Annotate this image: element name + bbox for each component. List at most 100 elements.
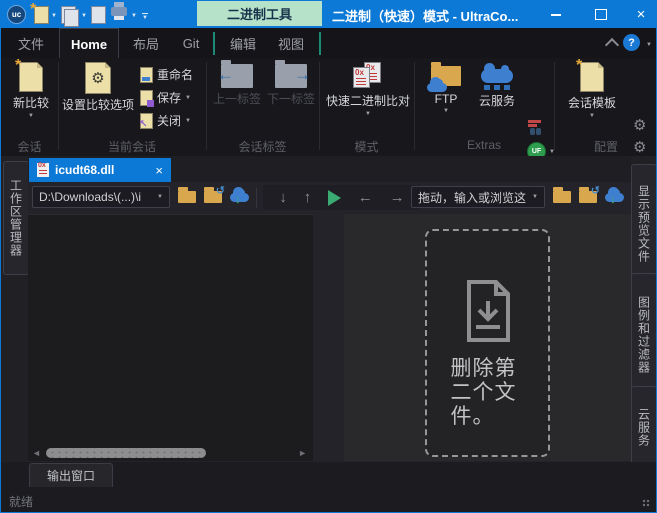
group-label-extras: Extras [414,138,554,154]
left-file-pane[interactable] [28,214,313,447]
print-caret-icon[interactable]: ▼ [131,13,137,19]
contextual-group-divider [213,32,215,55]
show-preview-file-tab[interactable]: 显示预览文件 [631,164,657,283]
collapse-ribbon-icon[interactable] [607,40,617,50]
combo-caret-icon: ▼ [532,194,538,200]
compare-toolbar: D:\Downloads\(...)\i ▼ ↺ ↓ ↓ ↑ [28,182,631,214]
session-tab-title: icudt68.dll [55,163,149,177]
left-panel-strip: 工作区管理器 [1,156,28,462]
scrollbar-thumb[interactable] [46,448,206,458]
tab-layout[interactable]: 布局 [123,28,169,58]
right-path-combo[interactable]: 拖动，输入或浏览这 ▼ [411,186,545,208]
status-text: 就绪 [9,493,33,510]
sparkle-icon: * [576,57,582,75]
session-template-button[interactable]: * 会话模板 ▼ [561,62,623,119]
browse-file-left-button[interactable] [176,188,198,206]
new-session-button[interactable]: * [34,6,49,24]
save-button[interactable]: 保存 ▼ [140,89,191,106]
output-window-tab[interactable]: 输出窗口 [29,463,113,487]
browse-file-right-button[interactable] [551,188,573,206]
help-caret-icon[interactable]: ▼ [646,42,652,48]
new-session-caret-icon[interactable]: ▼ [51,13,57,19]
new-compare-button[interactable]: * 新比较 ▼ [7,62,55,119]
tab-home[interactable]: Home [59,28,119,59]
resize-grip[interactable] [642,499,651,508]
session-tab-bar: 0x icudt68.dll × [28,156,631,182]
legend-filters-tab[interactable]: 图例和过滤器 [631,273,657,396]
left-path-combo[interactable]: D:\Downloads\(...)\i ▼ [32,186,170,208]
prev-tab-button[interactable]: ← 上一标签 [211,64,263,107]
scroll-left-icon[interactable]: ◄ [32,448,41,458]
group-divider [319,62,320,150]
sparkle-icon: * [15,57,21,75]
gear-icon: ⚙ [91,71,104,86]
ftp-caret-icon: ▼ [443,108,449,114]
tab-view[interactable]: 视图 [269,28,313,58]
group-label-mode: 模式 [319,138,414,154]
customize-qat-icon[interactable]: ▼ [142,13,148,21]
app-logo-icon: uc [7,5,26,24]
maximize-button[interactable] [584,1,618,28]
group-label-config: 配置 [554,138,657,154]
rename-button[interactable]: 重命名 [140,66,193,83]
settings-button-1[interactable]: ⚙ [633,118,646,133]
close-button[interactable]: × [624,1,657,28]
session-tab-close-icon[interactable]: × [155,163,163,178]
right-file-pane[interactable]: 删除第二个文件。 [344,214,631,461]
tab-edit[interactable]: 编辑 [221,28,265,58]
ftp-folder-cloud-icon [429,62,463,90]
next-diff-icon[interactable]: ↓ [279,190,287,205]
save-session-caret-icon[interactable]: ▼ [81,13,87,19]
save-session-button[interactable] [61,6,76,24]
recent-files-left-button[interactable]: ↺ [202,188,224,206]
ultracompare-window: uc * ▼ ▼ ▼ ▼ 二进制工具 二进制（快速）模式 - UltraCo..… [0,0,657,513]
cloud-open-left-button[interactable]: ↓ [228,188,250,206]
sparkle-icon: * [30,1,36,19]
binary-doc-icon: 0x 0x [353,62,383,90]
group-label-current-session: 当前会话 [58,138,206,154]
merge-right-icon[interactable]: → [390,190,405,205]
cloud-services-button[interactable]: 云服务 [471,62,523,109]
compare-area: 0x icudt68.dll × D:\Downloads\(...)\i ▼ … [28,156,631,462]
document-download-icon [462,279,514,343]
start-compare-icon[interactable] [328,190,341,206]
close-icon: × [637,6,646,23]
recent-files-right-button[interactable]: ↺ [577,188,599,206]
tab-git[interactable]: Git [173,28,209,58]
group-label-session: 会话 [1,138,58,154]
quick-binary-compare-button[interactable]: 0x 0x 快速二进制比对 ▼ [325,62,411,117]
cloud-open-right-button[interactable]: ↓ [603,188,625,206]
prev-diff-icon[interactable]: ↑ [304,190,312,205]
ftp-button[interactable]: FTP ▼ [423,62,469,114]
cloud-network-icon [479,62,515,90]
cloud-services-tab[interactable]: 云服务 [631,386,657,469]
print-preview-button[interactable] [91,6,106,24]
printer-icon [111,7,127,16]
session-tab-active[interactable]: 0x icudt68.dll × [29,158,171,182]
new-compare-caret-icon: ▼ [28,113,34,119]
ribbon: * 新比较 ▼ 会话 ⚙ 设置比较选项 重命名 保存 ▼ ↖ 关闭 ▼ 当前会话 [1,58,656,157]
print-button[interactable] [111,1,127,16]
undo-arrow-icon: ↺ [216,184,225,197]
toolbar-divider [256,188,257,208]
merge-left-icon[interactable]: ← [358,190,373,205]
download-arrow-icon: ↓ [610,192,616,206]
left-pane-hscrollbar[interactable]: ◄ ► [28,446,313,461]
find-in-files-button[interactable] [528,120,544,135]
group-divider [58,62,59,150]
help-icon: ? [623,34,640,51]
file-drop-zone[interactable]: 删除第二个文件。 [425,229,550,457]
help-button[interactable]: ? [623,34,640,51]
minimize-button[interactable] [539,1,573,28]
workspace-manager-tab[interactable]: 工作区管理器 [3,161,29,275]
close-session-button[interactable]: ↖ 关闭 ▼ [140,112,191,129]
tab-file[interactable]: 文件 [8,28,54,58]
arrow-left-icon: ← [217,65,234,85]
quick-binary-caret-icon: ▼ [365,111,371,117]
scroll-right-icon[interactable]: ► [298,448,307,458]
navigation-group: ↓ ↑ ← → [263,185,421,210]
close-caret-icon: ▼ [185,118,191,124]
contextual-tab-binary-tools[interactable]: 二进制工具 [197,1,322,26]
set-compare-options-button[interactable]: ⚙ 设置比较选项 [61,62,135,113]
next-tab-button[interactable]: → 下一标签 [265,64,317,107]
